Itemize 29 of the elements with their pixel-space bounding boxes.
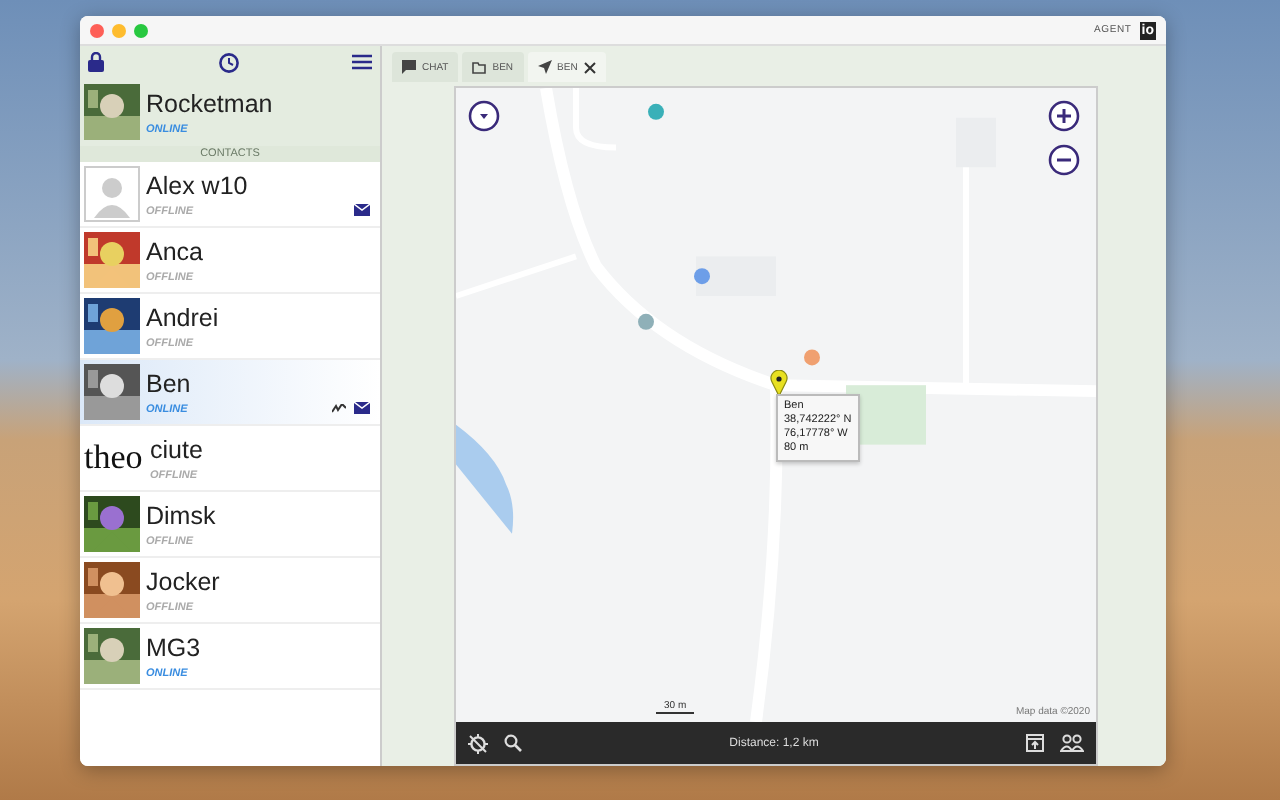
envelope-icon[interactable] — [354, 204, 370, 216]
navigation-arrow-icon — [537, 60, 552, 74]
zoom-in-button[interactable] — [1048, 100, 1080, 132]
close-icon[interactable] — [583, 61, 596, 73]
contact-name: Dimsk — [146, 501, 216, 529]
contact-name: Anca — [146, 237, 203, 265]
contact-name: Ben — [146, 369, 191, 397]
close-button[interactable] — [90, 23, 104, 37]
zoom-out-button[interactable] — [1048, 144, 1080, 176]
contact-name: ciute — [150, 435, 203, 463]
contact-name: Andrei — [146, 303, 219, 331]
contact-name: Jocker — [146, 567, 220, 595]
menu-icon[interactable] — [352, 54, 372, 70]
contact-name: MG3 — [146, 633, 201, 661]
location-tracking-icon[interactable] — [332, 403, 346, 413]
folder-icon — [472, 61, 487, 73]
history-icon[interactable] — [217, 51, 239, 73]
location-off-icon[interactable] — [468, 733, 488, 753]
map-pin-icon[interactable] — [770, 370, 788, 396]
dropdown-button[interactable] — [468, 100, 500, 132]
user-name: Rocketman — [146, 89, 273, 117]
envelope-icon[interactable] — [354, 402, 370, 414]
lock-icon[interactable] — [88, 52, 104, 72]
contact-name: Alex w10 — [146, 171, 248, 199]
people-icon[interactable] — [1060, 734, 1084, 752]
chat-bubble-icon — [402, 60, 416, 74]
search-icon[interactable] — [504, 734, 522, 752]
export-icon[interactable] — [1026, 734, 1044, 752]
avatar-text: theo — [84, 438, 144, 478]
